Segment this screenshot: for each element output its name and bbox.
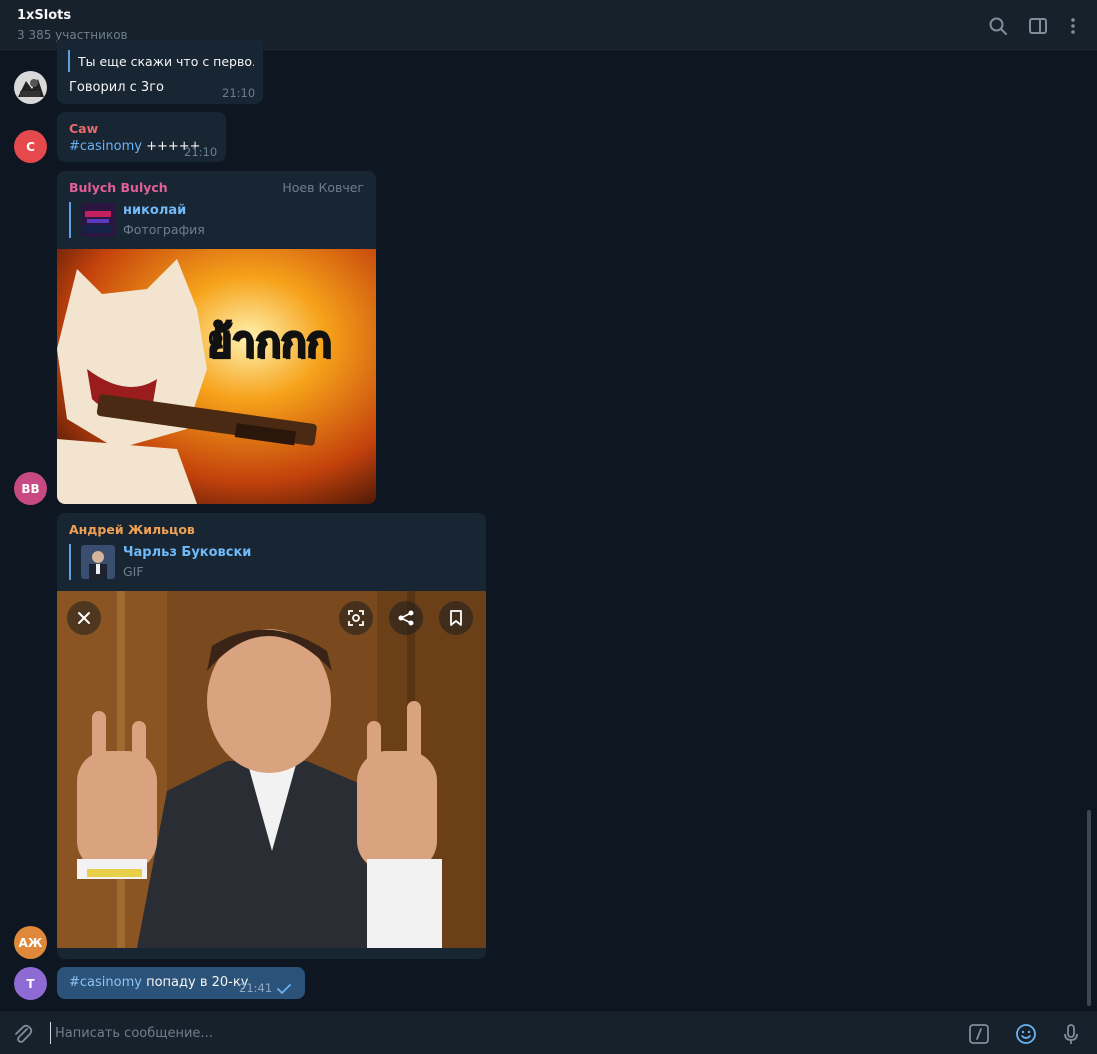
outgoing-message-bubble[interactable]: #casinomy попаду в 20-ку 21:41 <box>57 967 305 999</box>
sidebar-toggle-icon[interactable] <box>1024 12 1052 40</box>
chat-title[interactable]: 1xSlots <box>17 8 71 23</box>
avatar[interactable]: C <box>14 130 47 163</box>
cat-with-gun-photo[interactable]: ย้ากกก <box>57 249 376 504</box>
message-text: #casinomy попаду в 20-ку <box>69 975 248 990</box>
message-input[interactable] <box>50 1022 930 1044</box>
reply-title: николай <box>123 203 187 218</box>
avatar[interactable]: BB <box>14 472 47 505</box>
message-text: Говорил с 3го <box>69 80 164 95</box>
avatar-initials: T <box>26 976 35 991</box>
message-text: #casinomy +++++ <box>69 139 201 154</box>
search-icon[interactable] <box>984 12 1012 40</box>
reply-preview[interactable]: Ты еще скажи что с перво... <box>68 50 254 72</box>
scrollbar-thumb[interactable] <box>1087 810 1091 1006</box>
hashtag-link[interactable]: #casinomy <box>69 975 142 990</box>
reply-preview[interactable]: Чарльз Буковски GIF <box>69 544 469 580</box>
check-icon <box>277 980 291 999</box>
hashtag-link[interactable]: #casinomy <box>69 139 142 154</box>
message-time: 21:10 <box>222 86 256 100</box>
message-bubble[interactable]: Андрей Жильцов Чарльз Буковски GIF <box>57 513 486 959</box>
forward-source[interactable]: Ноев Ковчег <box>282 180 364 195</box>
reply-text: Ты еще скажи что с перво... <box>78 54 254 69</box>
man-rock-gesture-gif[interactable] <box>57 591 486 948</box>
emoji-icon[interactable] <box>1013 1021 1039 1047</box>
message-text-body: попаду в 20-ку <box>141 975 249 990</box>
telegram-window: 1xSlots 3 385 участников Ты еще скажи чт… <box>0 0 1097 1054</box>
sender-name[interactable]: Bulych Bulych <box>69 180 168 195</box>
message-composer <box>0 1010 1097 1054</box>
reply-text: GIF <box>123 564 144 579</box>
reply-title: Чарльз Буковски <box>123 545 252 560</box>
avatar-initials: C <box>26 139 35 154</box>
scan-icon[interactable] <box>339 601 373 635</box>
reply-preview[interactable]: николай Фотография <box>69 202 359 238</box>
image-caption: ย้ากกก <box>206 316 332 367</box>
message-bubble[interactable]: Caw #casinomy +++++ 21:10 <box>57 112 226 162</box>
share-icon[interactable] <box>389 601 423 635</box>
commands-icon[interactable] <box>966 1021 992 1047</box>
message-bubble[interactable]: Bulych Bulych Ноев Ковчег николай Фотогр… <box>57 171 376 504</box>
reply-thumbnail <box>81 203 115 237</box>
avatar-initials: АЖ <box>18 935 43 950</box>
reply-text: Фотография <box>123 222 205 237</box>
bookmark-icon[interactable] <box>439 601 473 635</box>
user-photo-avatar[interactable] <box>14 71 47 104</box>
message-bubble[interactable]: Ты еще скажи что с перво... Говорил с 3г… <box>57 40 263 104</box>
message-time: 21:10 <box>184 145 218 159</box>
close-icon[interactable] <box>67 601 101 635</box>
message-time: 21:41 <box>239 981 273 995</box>
sender-name[interactable]: Андрей Жильцов <box>69 522 195 537</box>
avatar-initials: BB <box>21 481 40 496</box>
microphone-icon[interactable] <box>1058 1021 1084 1047</box>
more-vertical-icon[interactable] <box>1059 12 1087 40</box>
avatar[interactable]: T <box>14 967 47 1000</box>
attach-icon[interactable] <box>10 1021 36 1047</box>
avatar[interactable]: АЖ <box>14 926 47 959</box>
sender-name[interactable]: Caw <box>69 121 98 136</box>
reply-thumbnail <box>81 545 115 579</box>
